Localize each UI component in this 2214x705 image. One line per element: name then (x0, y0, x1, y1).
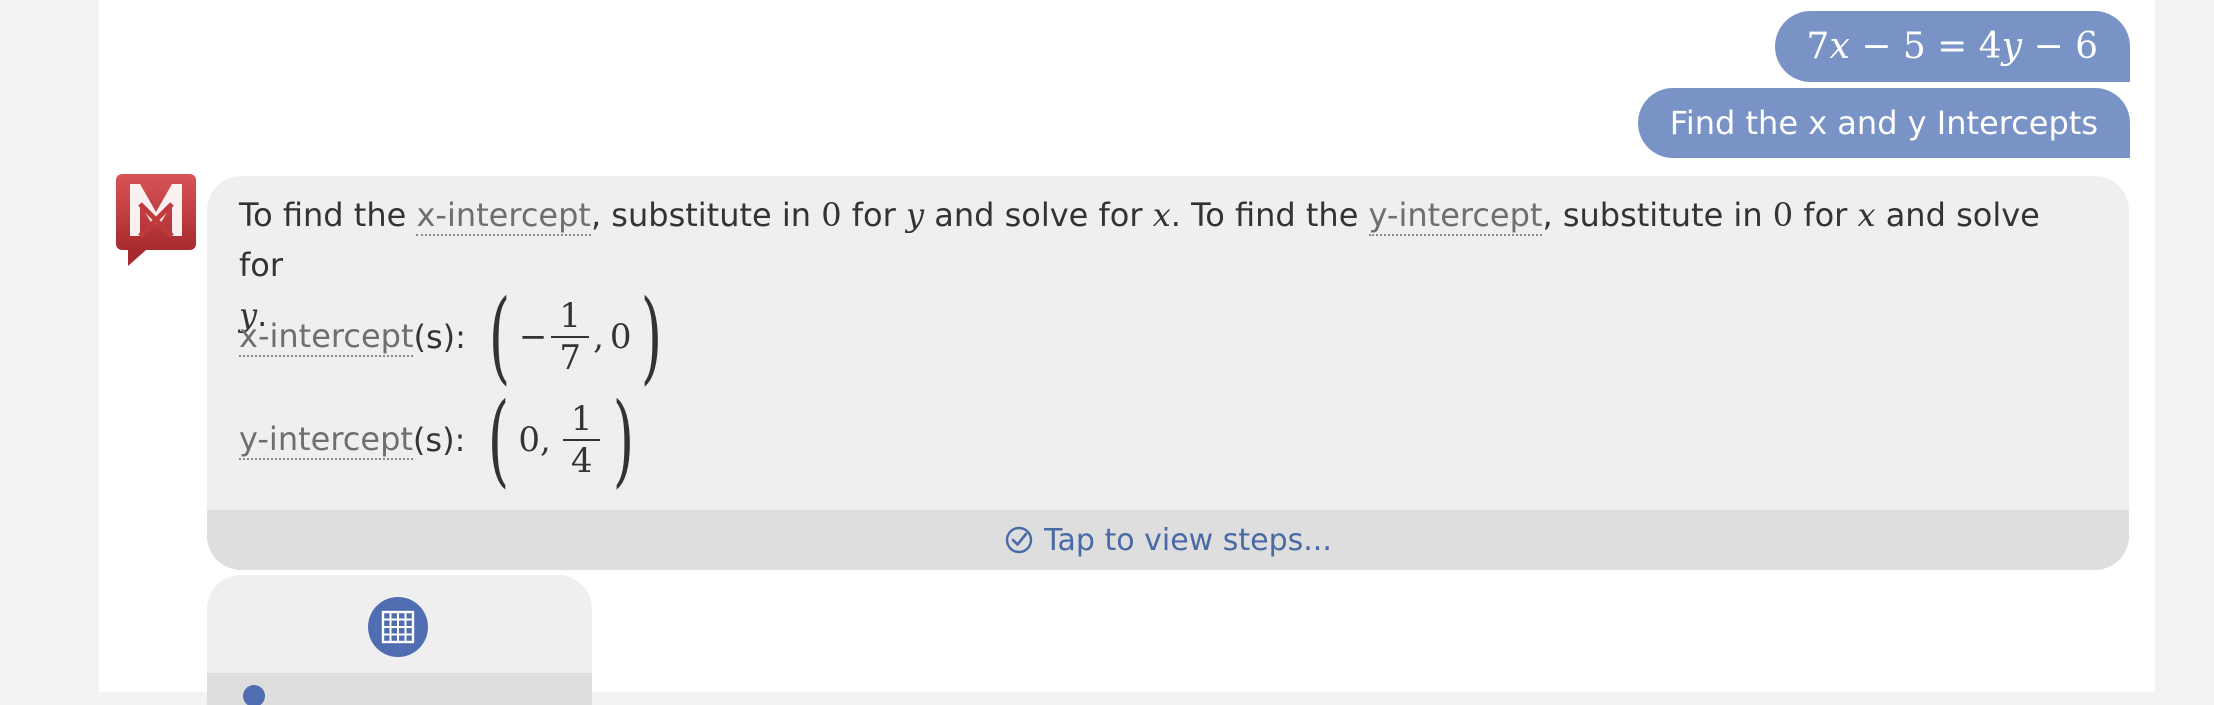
eq-rhs-const: 6 (2075, 26, 2098, 67)
view-steps-label: Tap to view steps... (1044, 522, 1332, 558)
close-paren: ) (640, 278, 662, 395)
term-link-y-intercept[interactable]: y-intercept (1368, 196, 1543, 236)
text: and solve for (924, 196, 1153, 234)
eq-lhs-coef: 7 (1806, 26, 1830, 67)
term-link-y-intercept[interactable]: y-intercept (239, 420, 413, 460)
result-suffix: (s): (413, 318, 466, 356)
negative-sign: − (518, 317, 548, 357)
open-paren: ( (488, 278, 511, 395)
point-y-value: 0 (609, 317, 632, 357)
numerator: 1 (570, 399, 593, 439)
graph-options-strip (207, 673, 592, 705)
fraction: 1 4 (562, 399, 601, 481)
text: for (1793, 196, 1858, 234)
text: To find the (239, 196, 417, 234)
grid-graph-icon (381, 610, 415, 644)
fraction: 1 7 (551, 296, 590, 378)
view-steps-button[interactable]: Tap to view steps... (207, 510, 2129, 570)
chat-area: 7x − 5 = 4y − 6 Find the x and y Interce… (99, 0, 2155, 705)
x-intercept-point: ( − 1 7 , 0 ) (480, 278, 671, 395)
eq-rhs-coef: 4 (1978, 26, 2002, 67)
y-intercept-result: y-intercept (s): ( 0 , 1 4 ) (239, 381, 643, 498)
user-equation-bubble[interactable]: 7x − 5 = 4y − 6 (1774, 11, 2130, 82)
y-intercept-point: ( 0 , 1 4 ) (479, 381, 643, 498)
term-link-x-intercept[interactable]: x-intercept (239, 317, 414, 357)
text: , substitute in (590, 196, 822, 234)
option-icon[interactable] (243, 685, 265, 705)
denominator: 7 (551, 336, 590, 378)
numerator: 1 (559, 296, 582, 336)
eq-var-y: y (2001, 26, 2023, 67)
point-x-value: 0 (518, 420, 540, 460)
eq-equals: = (1925, 26, 1979, 67)
text: , substitute in (1542, 196, 1773, 234)
term-link-x-intercept[interactable]: x-intercept (416, 196, 591, 236)
result-suffix: (s): (412, 421, 466, 459)
math-zero: 0 (1772, 196, 1794, 234)
math-var-x: x (1857, 196, 1876, 234)
check-circle-icon (1005, 526, 1033, 554)
graph-card (207, 575, 592, 705)
math-var-x: x (1152, 196, 1171, 234)
eq-lhs-const: 5 (1902, 26, 1926, 67)
graph-button[interactable] (368, 597, 428, 657)
eq-minus: − (1849, 26, 1903, 67)
text: . To find the (1170, 196, 1369, 234)
close-paren: ) (613, 381, 635, 498)
comma: , (593, 317, 604, 357)
mathway-logo-icon (116, 174, 196, 268)
comma: , (540, 420, 551, 460)
eq-var-x: x (1829, 26, 1850, 67)
math-var-y: y (905, 196, 925, 234)
denominator: 4 (562, 439, 601, 481)
text: for (841, 196, 906, 234)
user-command-bubble[interactable]: Find the x and y Intercepts (1637, 88, 2130, 158)
open-paren: ( (488, 381, 510, 498)
eq-minus: − (2022, 26, 2076, 67)
x-intercept-result: x-intercept (s): ( − 1 7 , 0 ) (239, 278, 671, 395)
math-zero: 0 (821, 196, 842, 234)
answer-card: To find the x-intercept, substitute in 0… (207, 176, 2129, 570)
